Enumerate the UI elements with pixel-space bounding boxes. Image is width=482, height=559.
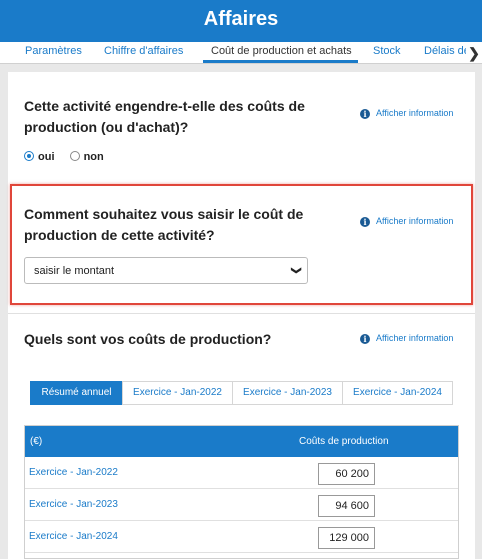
- row-label: Exercice - Jan-2022: [29, 467, 118, 478]
- tab-parametres[interactable]: Paramètres: [25, 45, 82, 57]
- info-link-q1[interactable]: i Afficher information: [360, 108, 453, 119]
- info-icon: i: [360, 334, 370, 344]
- input-method-select[interactable]: saisir le montant ❯: [24, 257, 308, 284]
- column-header-costs: Coûts de production: [299, 436, 389, 447]
- column-header-currency: (€): [30, 436, 43, 447]
- radio-checked-icon: [24, 151, 34, 161]
- tab-stock[interactable]: Stock: [373, 45, 401, 57]
- tab-delais[interactable]: Délais de: [424, 45, 470, 57]
- cost-input-2022[interactable]: 60 200: [318, 463, 375, 485]
- tab-chiffre-affaires[interactable]: Chiffre d'affaires: [104, 45, 183, 57]
- radio-oui[interactable]: oui: [24, 151, 55, 163]
- section-divider: [8, 313, 475, 314]
- info-link-label: Afficher information: [376, 216, 454, 226]
- cost-input-2023[interactable]: 94 600: [318, 495, 375, 517]
- tab-resume-annuel[interactable]: Résumé annuel: [30, 381, 123, 405]
- tab-cout-production[interactable]: Coût de production et achats: [211, 45, 352, 57]
- app-header: Affaires: [0, 0, 482, 42]
- question-production-costs: Cette activité engendre-t-elle des coûts…: [24, 98, 305, 135]
- tab-exercice-2023[interactable]: Exercice - Jan-2023: [232, 381, 343, 405]
- production-costs-radio-group: oui non: [24, 151, 116, 163]
- table-row: Exercice - Jan-2023 94 600: [25, 489, 458, 521]
- row-label: Exercice - Jan-2024: [29, 531, 118, 542]
- table-header: (€) Coûts de production: [25, 426, 458, 457]
- tab-exercice-2022[interactable]: Exercice - Jan-2022: [122, 381, 233, 405]
- radio-unchecked-icon: [69, 151, 80, 161]
- active-tab-indicator: [203, 60, 358, 63]
- page-title: Affaires: [203, 8, 279, 30]
- question-production-costs-values: Quels sont vos coûts de production?: [24, 331, 272, 347]
- info-link-label: Afficher information: [376, 333, 454, 343]
- info-link-label: Afficher information: [376, 108, 454, 118]
- info-icon: i: [360, 109, 370, 119]
- select-value: saisir le montant: [34, 265, 115, 277]
- cost-input-2024[interactable]: 129 000: [318, 527, 375, 549]
- tabs-scroll-right-icon[interactable]: ❯: [466, 43, 482, 63]
- info-icon: i: [360, 217, 370, 227]
- section-tabbar: Paramètres Chiffre d'affaires Coût de pr…: [0, 42, 482, 64]
- info-link-q2[interactable]: i Afficher information: [360, 216, 453, 227]
- radio-non[interactable]: non: [69, 151, 104, 163]
- row-label: Exercice - Jan-2023: [29, 499, 118, 510]
- question-input-method: Comment souhaitez vous saisir le coût de…: [24, 206, 304, 243]
- chevron-down-icon: ❯: [290, 266, 302, 275]
- info-link-q3[interactable]: i Afficher information: [360, 333, 453, 344]
- table-row: Exercice - Jan-2022 60 200: [25, 457, 458, 489]
- table-row: Exercice - Jan-2024 129 000: [25, 521, 458, 553]
- tab-exercice-2024[interactable]: Exercice - Jan-2024: [342, 381, 453, 405]
- production-costs-table: (€) Coûts de production Exercice - Jan-2…: [24, 425, 459, 559]
